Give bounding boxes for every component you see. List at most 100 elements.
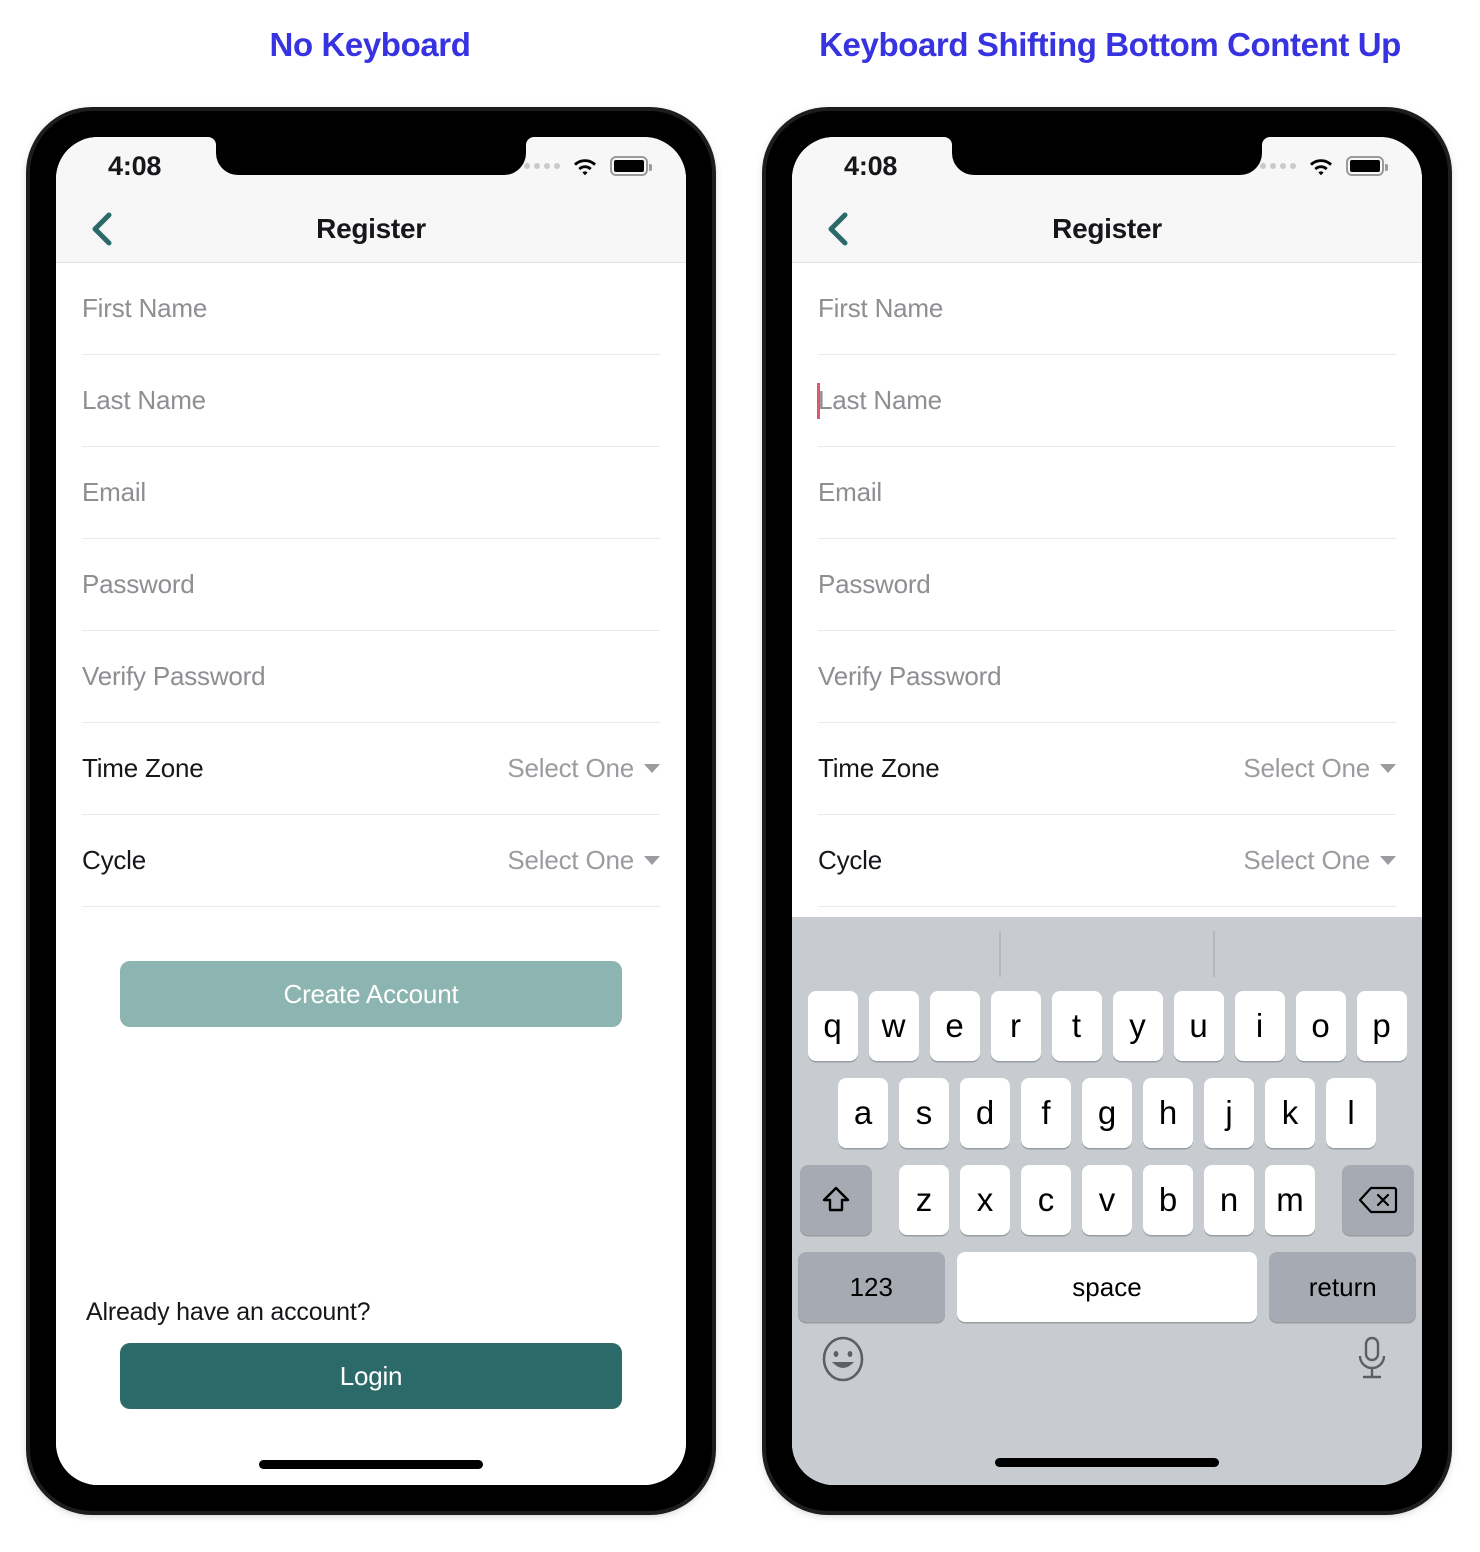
chevron-down-icon: [1380, 856, 1396, 865]
keyboard-row-4: 123 space return: [798, 1252, 1416, 1322]
field-placeholder: Last Name: [82, 385, 206, 415]
key-s[interactable]: s: [899, 1078, 949, 1148]
field-placeholder: Email: [82, 477, 147, 507]
key-d[interactable]: d: [960, 1078, 1010, 1148]
login-button[interactable]: Login: [120, 1343, 622, 1409]
picker-cycle[interactable]: Cycle Select One: [818, 815, 1396, 907]
picker-label: Time Zone: [818, 753, 940, 783]
back-chevron-icon[interactable]: [82, 209, 122, 249]
key-a[interactable]: a: [838, 1078, 888, 1148]
chevron-down-icon: [644, 856, 660, 865]
nav-bar: Register: [56, 195, 686, 263]
key-m[interactable]: m: [1265, 1165, 1315, 1235]
key-c[interactable]: c: [1021, 1165, 1071, 1235]
backspace-delete-icon[interactable]: [1342, 1165, 1414, 1235]
key-t[interactable]: t: [1051, 991, 1102, 1061]
key-q[interactable]: q: [807, 991, 858, 1061]
status-indicators: [1260, 151, 1388, 181]
shift-up-arrow-icon[interactable]: [800, 1165, 872, 1235]
status-time: 4:08: [844, 151, 898, 181]
caption-left: No Keyboard: [269, 26, 471, 63]
register-form-left: First Name Last Name Email Password Veri…: [56, 263, 686, 1485]
key-b[interactable]: b: [1143, 1165, 1193, 1235]
picker-value: Select One: [507, 753, 660, 784]
picker-label: Cycle: [818, 845, 883, 875]
keyboard-row-3: z x c v b n m: [798, 1165, 1416, 1235]
keyboard-prediction-bar[interactable]: [792, 917, 1422, 991]
field-password[interactable]: Password: [818, 539, 1396, 631]
field-placeholder: Password: [818, 569, 931, 599]
battery-icon: [1346, 156, 1388, 176]
keyboard-bottom-bar: [792, 1322, 1422, 1485]
keyboard-key-rows: q w e r t y u i o p a s d f g h j k l z …: [792, 991, 1422, 1322]
device-notch: [216, 137, 526, 175]
key-l[interactable]: l: [1326, 1078, 1376, 1148]
already-have-account-text: Already have an account?: [86, 1298, 371, 1326]
picker-value: Select One: [1243, 753, 1396, 784]
key-r[interactable]: r: [990, 991, 1041, 1061]
key-y[interactable]: y: [1112, 991, 1163, 1061]
nav-bar: Register: [792, 195, 1422, 263]
picker-time-zone[interactable]: Time Zone Select One: [82, 723, 660, 815]
field-first-name[interactable]: First Name: [818, 263, 1396, 355]
chevron-down-icon: [644, 764, 660, 773]
key-p[interactable]: p: [1356, 991, 1407, 1061]
field-last-name[interactable]: Last Name: [817, 355, 1396, 447]
key-e[interactable]: e: [929, 991, 980, 1061]
keyboard-row-1: q w e r t y u i o p: [798, 991, 1416, 1061]
key-k[interactable]: k: [1265, 1078, 1315, 1148]
picker-value-text: Select One: [1243, 753, 1370, 783]
field-email[interactable]: Email: [82, 447, 660, 539]
field-placeholder: Last Name: [818, 385, 942, 415]
key-z[interactable]: z: [899, 1165, 949, 1235]
home-indicator: [259, 1460, 483, 1469]
picker-label: Time Zone: [82, 753, 204, 783]
key-h[interactable]: h: [1143, 1078, 1193, 1148]
create-account-button[interactable]: Create Account: [120, 961, 622, 1027]
picker-time-zone[interactable]: Time Zone Select One: [818, 723, 1396, 815]
wifi-icon: [1307, 155, 1335, 177]
signal-dots-icon: [524, 163, 560, 169]
keyboard-row-2: a s d f g h j k l: [798, 1078, 1416, 1148]
field-placeholder: Email: [818, 477, 883, 507]
key-i[interactable]: i: [1234, 991, 1285, 1061]
back-chevron-icon[interactable]: [818, 209, 858, 249]
phone-mockup-no-keyboard: 4:08 Register First Name Last Name Email…: [30, 111, 712, 1511]
status-time: 4:08: [108, 151, 162, 181]
key-x[interactable]: x: [960, 1165, 1010, 1235]
prediction-separator: [999, 931, 1001, 977]
field-last-name[interactable]: Last Name: [82, 355, 660, 447]
key-n[interactable]: n: [1204, 1165, 1254, 1235]
microphone-icon[interactable]: [1352, 1334, 1392, 1387]
field-verify-password[interactable]: Verify Password: [818, 631, 1396, 723]
field-password[interactable]: Password: [82, 539, 660, 631]
battery-icon: [610, 156, 652, 176]
signal-dots-icon: [1260, 163, 1296, 169]
key-g[interactable]: g: [1082, 1078, 1132, 1148]
key-v[interactable]: v: [1082, 1165, 1132, 1235]
key-u[interactable]: u: [1173, 991, 1224, 1061]
chevron-down-icon: [1380, 764, 1396, 773]
emoji-smiley-icon[interactable]: [820, 1336, 866, 1387]
field-placeholder: Password: [82, 569, 195, 599]
space-key[interactable]: space: [956, 1252, 1258, 1322]
field-verify-password[interactable]: Verify Password: [82, 631, 660, 723]
key-o[interactable]: o: [1295, 991, 1346, 1061]
comparison-figure: No Keyboard Keyboard Shifting Bottom Con…: [0, 0, 1480, 1552]
picker-cycle[interactable]: Cycle Select One: [82, 815, 660, 907]
field-first-name[interactable]: First Name: [82, 263, 660, 355]
phone-mockup-with-keyboard: 4:08 Register First Name Last Name Email…: [766, 111, 1448, 1511]
numbers-key[interactable]: 123: [798, 1252, 945, 1322]
return-key[interactable]: return: [1269, 1252, 1416, 1322]
field-email[interactable]: Email: [818, 447, 1396, 539]
key-j[interactable]: j: [1204, 1078, 1254, 1148]
home-indicator: [995, 1458, 1219, 1467]
picker-value-text: Select One: [507, 845, 634, 875]
key-w[interactable]: w: [868, 991, 919, 1061]
field-placeholder: First Name: [82, 293, 208, 323]
picker-value-text: Select One: [507, 753, 634, 783]
page-title: Register: [316, 212, 426, 244]
picker-value: Select One: [507, 845, 660, 876]
status-indicators: [524, 151, 652, 181]
key-f[interactable]: f: [1021, 1078, 1071, 1148]
